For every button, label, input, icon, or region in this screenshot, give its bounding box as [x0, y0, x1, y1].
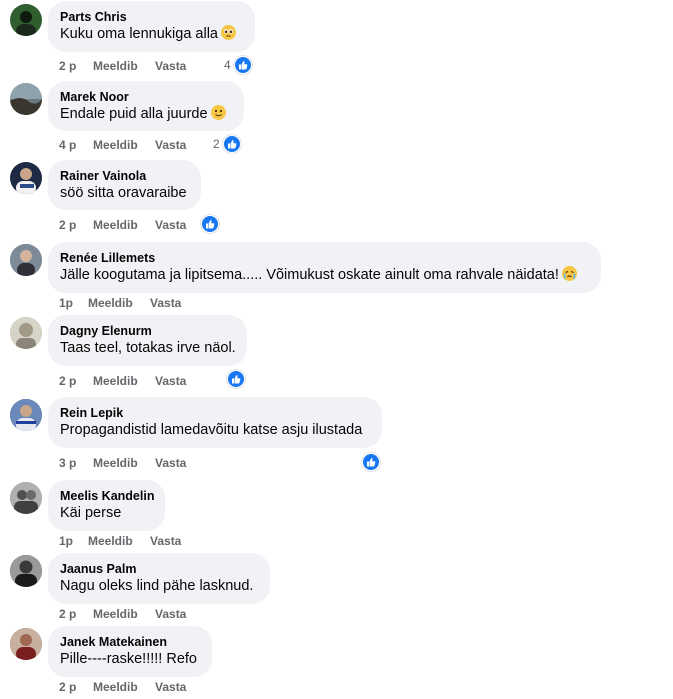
comment-timestamp[interactable]: 2 p	[59, 58, 76, 74]
comment-timestamp[interactable]: 2 p	[59, 679, 76, 695]
comment-timestamp[interactable]: 4 p	[59, 137, 76, 153]
comment-author[interactable]: Meelis Kandelin	[60, 488, 154, 504]
reply-button[interactable]: Vasta	[155, 373, 186, 389]
avatar-image	[10, 628, 42, 660]
like-button[interactable]: Meeldib	[93, 58, 138, 74]
comment-bubble: Parts Chris Kuku oma lennukiga alla	[48, 1, 255, 52]
comment-text: Propagandistid lamedavõitu katse asju il…	[60, 422, 363, 438]
reply-button[interactable]: Vasta	[155, 137, 186, 153]
comment-text: söö sitta oravaraibe	[60, 185, 187, 201]
comment-author[interactable]: Janek Matekainen	[60, 634, 200, 650]
comment-bubble: Rainer Vainola söö sitta oravaraibe	[48, 160, 201, 210]
reaction-count[interactable]	[227, 370, 247, 388]
like-button[interactable]: Meeldib	[93, 455, 138, 471]
like-button[interactable]: Meeldib	[93, 606, 138, 622]
reaction-count[interactable]	[362, 453, 382, 471]
comment-author[interactable]: Renée Lillemets	[60, 250, 589, 266]
comment-timestamp[interactable]: 1p	[59, 533, 73, 549]
comment-author[interactable]: Jaanus Palm	[60, 561, 258, 577]
reply-button[interactable]: Vasta	[155, 679, 186, 695]
comment-author[interactable]: Rainer Vainola	[60, 168, 189, 184]
comment-author[interactable]: Rein Lepik	[60, 405, 370, 421]
avatar-image	[10, 83, 42, 115]
comment-text: Nagu oleks lind pähe lasknud.	[60, 578, 254, 594]
like-button[interactable]: Meeldib	[93, 137, 138, 153]
thumbs-up-icon	[234, 56, 252, 74]
avatar[interactable]	[10, 555, 42, 587]
crying-face-icon	[561, 266, 577, 281]
avatar-image	[10, 399, 42, 431]
reaction-number: 4	[224, 58, 231, 72]
reply-button[interactable]: Vasta	[150, 533, 181, 549]
comment-bubble: Janek Matekainen Pille----raske!!!!! Ref…	[48, 626, 212, 677]
avatar[interactable]	[10, 4, 42, 36]
reaction-count[interactable]: 4	[224, 56, 254, 74]
avatar-image	[16, 168, 36, 194]
avatar-image	[10, 482, 42, 514]
thumbs-up-icon	[201, 215, 219, 233]
comment-text: Taas teel, totakas irve näol.	[60, 340, 236, 356]
reply-button[interactable]: Vasta	[155, 217, 186, 233]
avatar[interactable]	[10, 83, 42, 115]
comment-author[interactable]: Marek Noor	[60, 89, 232, 105]
thumbs-up-icon	[362, 453, 380, 471]
reaction-count[interactable]: 2	[213, 135, 243, 153]
reaction-number: 2	[213, 137, 220, 151]
avatar[interactable]	[10, 482, 42, 514]
like-button[interactable]: Meeldib	[93, 373, 138, 389]
comment-text: Jälle koogutama ja lipitsema..... Võimuk…	[60, 267, 559, 283]
reply-button[interactable]: Vasta	[155, 455, 186, 471]
comment-text: Endale puid alla juurde	[60, 106, 208, 122]
comment-timestamp[interactable]: 2 p	[59, 217, 76, 233]
slightly-smiling-face-icon	[210, 105, 226, 120]
reply-button[interactable]: Vasta	[155, 58, 186, 74]
comment-bubble: Meelis Kandelin Käi perse	[48, 480, 165, 531]
avatar[interactable]	[10, 317, 42, 349]
comment-bubble: Jaanus Palm Nagu oleks lind pähe lasknud…	[48, 553, 270, 604]
reply-button[interactable]: Vasta	[150, 295, 181, 311]
comment-bubble: Rein Lepik Propagandistid lamedavõitu ka…	[48, 397, 382, 448]
avatar-image	[10, 244, 42, 276]
comment-text: Käi perse	[60, 505, 122, 521]
comment-author[interactable]: Dagny Elenurm	[60, 323, 235, 339]
comment-timestamp[interactable]: 2 p	[59, 606, 76, 622]
like-button[interactable]: Meeldib	[93, 217, 138, 233]
reaction-count[interactable]	[201, 215, 221, 233]
avatar-image	[10, 555, 42, 587]
comment-timestamp[interactable]: 2 p	[59, 373, 76, 389]
comment-text: Pille----raske!!!!! Refo	[60, 651, 197, 667]
avatar[interactable]	[10, 162, 42, 194]
pleading-face-icon	[221, 25, 236, 40]
avatar[interactable]	[10, 628, 42, 660]
reply-button[interactable]: Vasta	[155, 606, 186, 622]
avatar-image	[16, 11, 36, 36]
comment-timestamp[interactable]: 1p	[59, 295, 73, 311]
like-button[interactable]: Meeldib	[88, 295, 133, 311]
thumbs-up-icon	[223, 135, 241, 153]
avatar[interactable]	[10, 399, 42, 431]
thumbs-up-icon	[227, 370, 245, 388]
comment-text: Kuku oma lennukiga alla	[60, 26, 218, 42]
comment-bubble: Dagny Elenurm Taas teel, totakas irve nä…	[48, 315, 247, 366]
avatar[interactable]	[10, 244, 42, 276]
avatar-image	[10, 317, 42, 349]
comment-timestamp[interactable]: 3 p	[59, 455, 76, 471]
comment-author[interactable]: Parts Chris	[60, 9, 243, 25]
comment-bubble: Renée Lillemets Jälle koogutama ja lipit…	[48, 242, 601, 293]
like-button[interactable]: Meeldib	[88, 533, 133, 549]
like-button[interactable]: Meeldib	[93, 679, 138, 695]
comment-bubble: Marek Noor Endale puid alla juurde	[48, 81, 244, 131]
